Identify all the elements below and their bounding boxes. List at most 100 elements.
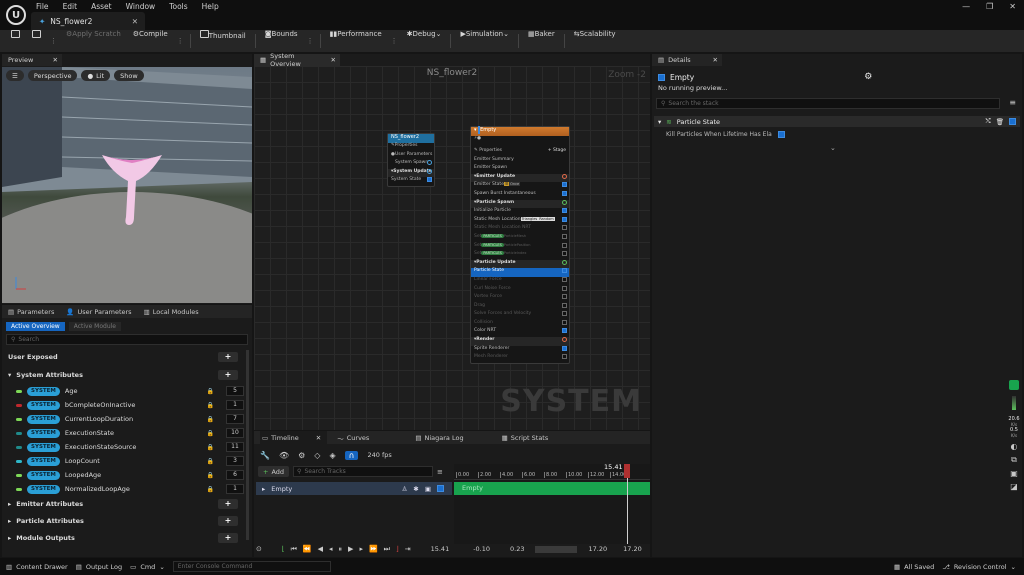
system-attribute-row[interactable]: SYSTEM CurrentLoopDuration 🔒 7: [2, 412, 244, 426]
gear-icon[interactable]: ⚙: [864, 72, 872, 82]
track-image-icon[interactable]: ▣: [425, 485, 431, 493]
emitter-stack-row[interactable]: Emitter Spawn: [471, 165, 569, 174]
tab-niagara-log[interactable]: ▤ Niagara Log: [415, 434, 463, 442]
module-enabled-checkbox[interactable]: [562, 345, 567, 351]
module-enabled-checkbox[interactable]: [562, 233, 567, 239]
module-enabled-checkbox[interactable]: [562, 354, 567, 360]
emitter-stack-row[interactable]: Spawn Burst Instantaneous: [471, 190, 569, 200]
unreal-logo-icon[interactable]: U: [6, 5, 26, 25]
emitter-stack-row[interactable]: Emitter Summary: [471, 157, 569, 166]
compile-button[interactable]: ⚙Compile: [130, 30, 171, 52]
system-node[interactable]: NS_flower2 ✎Properties ●User Parameters …: [387, 133, 435, 187]
module-enabled-checkbox[interactable]: [562, 251, 567, 257]
step-back-icon[interactable]: ⏪: [303, 545, 312, 553]
menu-file[interactable]: File: [36, 2, 49, 11]
kill-particles-checkbox[interactable]: [777, 131, 785, 138]
module-enabled-checkbox[interactable]: [562, 328, 567, 334]
menu-tools[interactable]: Tools: [169, 2, 187, 11]
current-time-field[interactable]: 15.41: [431, 545, 450, 553]
minimize-icon[interactable]: —: [962, 2, 970, 11]
module-enabled-checkbox[interactable]: [562, 294, 567, 300]
console-input[interactable]: Enter Console Command: [172, 561, 331, 572]
expand-chevron-icon[interactable]: ⌄: [830, 144, 836, 152]
bounds-options-icon[interactable]: ⋮: [307, 37, 314, 45]
system-attribute-row[interactable]: SYSTEM Age 🔒 5: [2, 384, 244, 398]
browse-button[interactable]: [29, 30, 44, 52]
system-overview-tab[interactable]: ▦ System Overview ✕: [254, 52, 340, 68]
add-module-output-button[interactable]: +: [218, 533, 238, 543]
playhead-handle[interactable]: [624, 464, 630, 478]
working-start-field[interactable]: 0.23: [510, 545, 524, 553]
performance-button[interactable]: ▮▮Performance: [327, 30, 385, 52]
emitter-sim-icon[interactable]: ●: [477, 136, 481, 141]
maximize-icon[interactable]: ❐: [986, 2, 993, 11]
emitter-track-bar[interactable]: Empty: [454, 482, 650, 495]
tab-timeline[interactable]: ▭ Timeline ✕: [260, 431, 328, 444]
section-emitter-attributes[interactable]: ▸ Emitter Attributes +: [2, 497, 244, 511]
output-log-button[interactable]: ▤ Output Log: [76, 563, 122, 571]
add-system-attribute-button[interactable]: +: [218, 370, 238, 380]
view-start-field[interactable]: -0.10: [473, 545, 490, 553]
emitter-stack-row[interactable]: Sprite Renderer: [471, 345, 569, 355]
parameters-scrollbar[interactable]: [246, 350, 249, 540]
tab-curves[interactable]: 〜 Curves: [337, 433, 369, 443]
menu-window[interactable]: Window: [126, 2, 156, 11]
system-node-user-parameters[interactable]: ●User Parameters: [388, 152, 434, 161]
close-tab-icon[interactable]: ✕: [713, 56, 722, 64]
compile-options-icon[interactable]: ⋮: [177, 37, 184, 45]
viewport-menu-button[interactable]: ☰: [6, 70, 24, 81]
filter-list-icon[interactable]: ≡: [1009, 98, 1016, 107]
emitter-stack-row[interactable]: Color NRT: [471, 328, 569, 337]
track-gear-icon[interactable]: ✱: [413, 485, 418, 493]
section-particle-attributes[interactable]: ▸ Particle Attributes +: [2, 514, 244, 528]
system-node-properties[interactable]: ✎Properties: [388, 143, 434, 152]
play-icon[interactable]: ▶: [348, 545, 353, 553]
module-enabled-checkbox[interactable]: [562, 311, 567, 317]
add-particle-attribute-button[interactable]: +: [218, 516, 238, 526]
system-attribute-row[interactable]: SYSTEM LoopCount 🔒 3: [2, 454, 244, 468]
tab-script-stats[interactable]: ▦ Script Stats: [502, 434, 549, 442]
module-enabled-checkbox[interactable]: [562, 276, 567, 282]
emitter-enabled-checkbox[interactable]: [658, 73, 665, 81]
module-enabled-checkbox[interactable]: [1009, 118, 1016, 125]
module-enabled-checkbox[interactable]: [562, 216, 567, 222]
preview-tab[interactable]: Preview ✕: [2, 54, 62, 66]
bounds-button[interactable]: ◙Bounds: [262, 30, 301, 52]
save-button[interactable]: [8, 30, 23, 52]
tab-parameters[interactable]: ▤ Parameters: [8, 308, 54, 316]
timeline-track-area[interactable]: 0.00 2.00 4.00 6.00 8.00 10.00 12.00 14.00 Empt…: [454, 463, 650, 544]
shuffle-icon[interactable]: ⤭: [986, 117, 991, 126]
section-system-attributes[interactable]: ▾ System Attributes +: [2, 368, 244, 382]
details-tab[interactable]: ▤ Details ✕: [652, 54, 722, 66]
add-emitter-attribute-button[interactable]: +: [218, 499, 238, 509]
performance-options-icon[interactable]: ⋮: [391, 37, 398, 45]
track-enabled-checkbox[interactable]: [437, 485, 444, 492]
subtab-active-overview[interactable]: Active Overview: [6, 322, 65, 331]
view-end-field[interactable]: 17.20: [623, 545, 642, 553]
emitter-stack-row[interactable]: Linear Force: [471, 276, 569, 286]
emitter-node[interactable]: ▾ Empty ⚡● ✎ Properties + Stage Emitter …: [470, 126, 570, 364]
menu-edit[interactable]: Edit: [63, 2, 78, 11]
cmd-button[interactable]: ▭ Cmd ⌄: [130, 563, 165, 571]
next-frame-icon[interactable]: ▸: [359, 545, 363, 553]
subtab-active-module[interactable]: Active Module: [68, 322, 122, 331]
close-tab-icon[interactable]: ✕: [53, 56, 62, 64]
tab-local-modules[interactable]: ▥ Local Modules: [144, 308, 199, 316]
filter-list-icon[interactable]: ≡: [437, 468, 443, 476]
emitter-stack-row[interactable]: Drag: [471, 302, 569, 312]
emitter-stack-row[interactable]: Solve Forces and Velocity: [471, 311, 569, 320]
emitter-stack-row[interactable]: Curl Noise Force: [471, 285, 569, 295]
step-forward-icon[interactable]: ⏩: [369, 545, 378, 553]
wrench-icon[interactable]: 🔧: [260, 451, 270, 460]
tool-icon-4[interactable]: ◪: [1006, 482, 1022, 491]
track-search-input[interactable]: ⚲ Search Tracks: [293, 466, 434, 477]
particle-state-section[interactable]: ▾ ≋ Particle State ⤭ 🗑: [654, 116, 1020, 127]
fps-selector[interactable]: 240 fps: [367, 451, 391, 459]
thumbnail-button[interactable]: Thumbnail: [197, 30, 249, 52]
play-reverse-icon[interactable]: ◂: [329, 545, 333, 553]
system-state-checkbox[interactable]: [427, 177, 432, 183]
system-node-system-state[interactable]: System State: [388, 177, 434, 186]
prev-frame-icon[interactable]: ◀: [318, 545, 323, 553]
trash-icon[interactable]: 🗑: [996, 118, 1004, 126]
module-enabled-checkbox[interactable]: [562, 190, 567, 196]
